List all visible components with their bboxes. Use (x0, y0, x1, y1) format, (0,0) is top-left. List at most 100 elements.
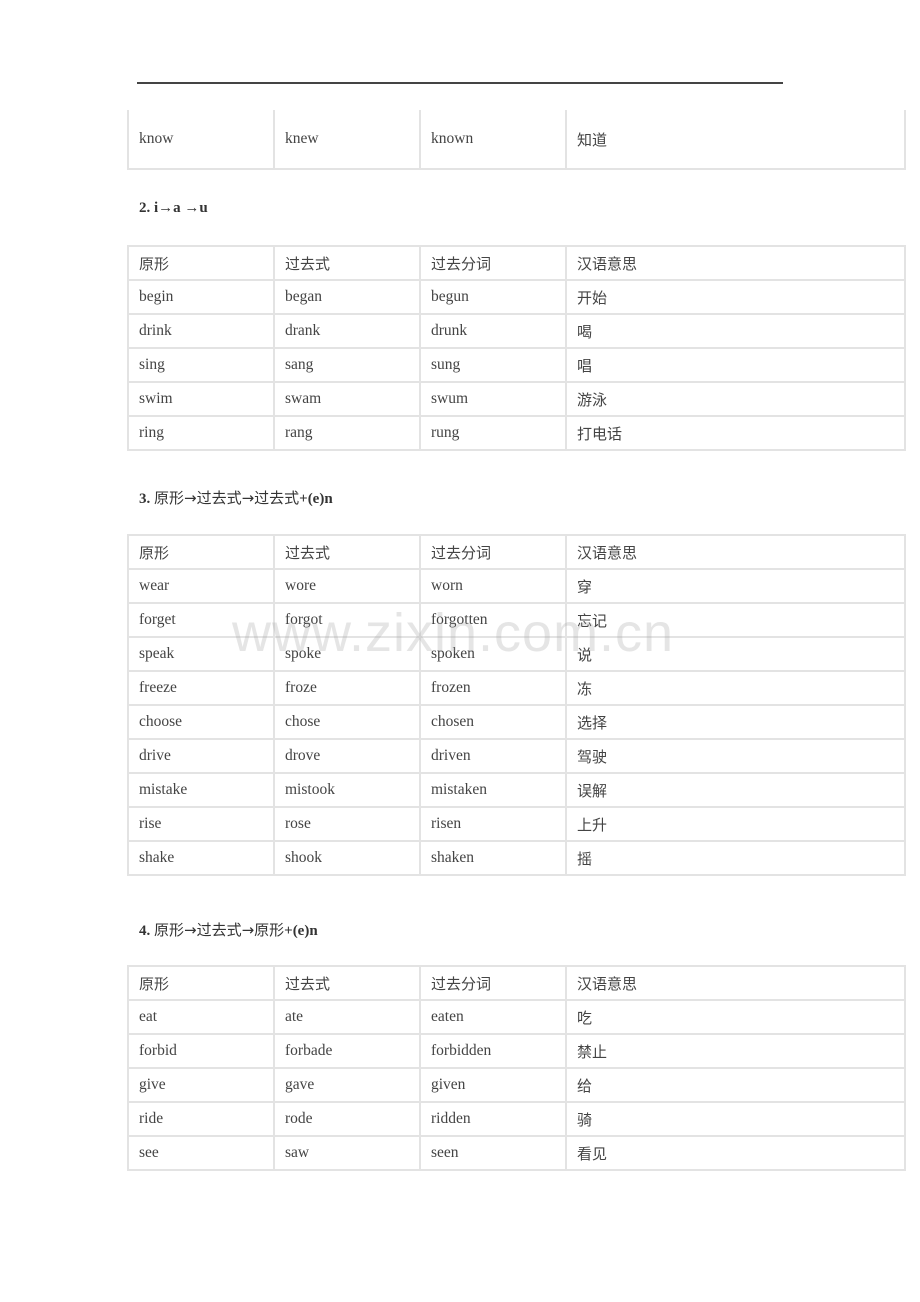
cell-base-form: forbid (127, 1033, 275, 1069)
cell-base-form: forget (127, 602, 275, 638)
table-header-row: 原形 过去式 过去分词 汉语意思 (127, 245, 906, 281)
cell-base-form: see (127, 1135, 275, 1171)
cell-past-tense: rode (273, 1101, 421, 1137)
cell-past-participle: shaken (419, 840, 567, 876)
cell-past-participle: ridden (419, 1101, 567, 1137)
cell-past-participle: begun (419, 279, 567, 315)
cell-past-tense: saw (273, 1135, 421, 1171)
table-row: swim swam swum 游泳 (127, 381, 906, 417)
cell-base-form: choose (127, 704, 275, 740)
table-header-row: 原形 过去式 过去分词 汉语意思 (127, 534, 906, 570)
column-header-past-tense: 过去式 (273, 245, 421, 281)
cell-past-tense: began (273, 279, 421, 315)
cell-past-participle: risen (419, 806, 567, 842)
table-row: rise rose risen 上升 (127, 806, 906, 842)
cell-past-participle: spoken (419, 636, 567, 672)
cell-chinese-meaning: 驾驶 (565, 738, 906, 774)
column-header-base-form: 原形 (127, 534, 275, 570)
table-row: freeze froze frozen 冻 (127, 670, 906, 706)
cell-chinese-meaning: 冻 (565, 670, 906, 706)
section-4-heading: 4. 原形→过去式→原形+(e)n (139, 919, 318, 940)
verb-table-section-1: know knew known 知道 (127, 110, 906, 170)
cell-past-tense: sang (273, 347, 421, 383)
cell-past-tense: rang (273, 415, 421, 451)
cell-chinese-meaning: 开始 (565, 279, 906, 315)
cell-base-form: speak (127, 636, 275, 672)
cell-chinese-meaning: 唱 (565, 347, 906, 383)
cell-past-participle: mistaken (419, 772, 567, 808)
cell-base-form: know (127, 110, 275, 170)
cell-base-form: begin (127, 279, 275, 315)
cell-past-tense: rose (273, 806, 421, 842)
table-row: wear wore worn 穿 (127, 568, 906, 604)
cell-chinese-meaning: 给 (565, 1067, 906, 1103)
cell-base-form: ride (127, 1101, 275, 1137)
table-row: forbid forbade forbidden 禁止 (127, 1033, 906, 1069)
cell-chinese-meaning: 打电话 (565, 415, 906, 451)
section-3-suffix: +(e)n (299, 491, 333, 507)
table-row: ride rode ridden 骑 (127, 1101, 906, 1137)
cell-past-tense: froze (273, 670, 421, 706)
table-row: ring rang rung 打电话 (127, 415, 906, 451)
cell-chinese-meaning: 穿 (565, 568, 906, 604)
cell-past-tense: forgot (273, 602, 421, 638)
cell-past-tense: drank (273, 313, 421, 349)
cell-past-participle: swum (419, 381, 567, 417)
section-3-heading: 3. 原形→过去式→过去式+(e)n (139, 487, 333, 508)
table-row: eat ate eaten 吃 (127, 999, 906, 1035)
cell-base-form: eat (127, 999, 275, 1035)
cell-base-form: sing (127, 347, 275, 383)
section-3-pattern: 原形→过去式→过去式 (154, 489, 300, 507)
verb-table-section-4: 原形 过去式 过去分词 汉语意思 eat ate eaten 吃 forbid forbade fo… (127, 965, 906, 1171)
table-row: know knew known 知道 (127, 110, 906, 170)
cell-chinese-meaning: 骑 (565, 1101, 906, 1137)
cell-past-tense: wore (273, 568, 421, 604)
cell-past-participle: sung (419, 347, 567, 383)
cell-past-participle: forgotten (419, 602, 567, 638)
cell-past-participle: drunk (419, 313, 567, 349)
cell-base-form: wear (127, 568, 275, 604)
cell-chinese-meaning: 说 (565, 636, 906, 672)
cell-chinese-meaning: 知道 (565, 110, 906, 170)
cell-past-tense: swam (273, 381, 421, 417)
verb-table-section-3: 原形 过去式 过去分词 汉语意思 wear wore worn 穿 forget forgot fo… (127, 534, 906, 876)
cell-chinese-meaning: 游泳 (565, 381, 906, 417)
cell-chinese-meaning: 忘记 (565, 602, 906, 638)
cell-chinese-meaning: 选择 (565, 704, 906, 740)
section-2-heading: 2. i→a →u (139, 200, 208, 216)
cell-past-participle: rung (419, 415, 567, 451)
verb-table-section-2: 原形 过去式 过去分词 汉语意思 begin began begun 开始 drink drank… (127, 245, 906, 451)
cell-past-tense: chose (273, 704, 421, 740)
cell-past-participle: eaten (419, 999, 567, 1035)
table-row: drink drank drunk 喝 (127, 313, 906, 349)
table-row: speak spoke spoken 说 (127, 636, 906, 672)
table-row: choose chose chosen 选择 (127, 704, 906, 740)
column-header-chinese-meaning: 汉语意思 (565, 534, 906, 570)
column-header-past-participle: 过去分词 (419, 245, 567, 281)
table-header-row: 原形 过去式 过去分词 汉语意思 (127, 965, 906, 1001)
header-rule (137, 82, 783, 84)
table-row: begin began begun 开始 (127, 279, 906, 315)
table-row: see saw seen 看见 (127, 1135, 906, 1171)
cell-past-tense: shook (273, 840, 421, 876)
table-row: drive drove driven 驾驶 (127, 738, 906, 774)
cell-chinese-meaning: 看见 (565, 1135, 906, 1171)
cell-past-tense: drove (273, 738, 421, 774)
cell-chinese-meaning: 喝 (565, 313, 906, 349)
cell-base-form: drive (127, 738, 275, 774)
table-row: sing sang sung 唱 (127, 347, 906, 383)
column-header-chinese-meaning: 汉语意思 (565, 245, 906, 281)
cell-past-tense: knew (273, 110, 421, 170)
cell-base-form: swim (127, 381, 275, 417)
column-header-base-form: 原形 (127, 245, 275, 281)
table-row: shake shook shaken 摇 (127, 840, 906, 876)
column-header-past-tense: 过去式 (273, 965, 421, 1001)
cell-base-form: shake (127, 840, 275, 876)
cell-past-participle: forbidden (419, 1033, 567, 1069)
cell-base-form: ring (127, 415, 275, 451)
cell-base-form: mistake (127, 772, 275, 808)
cell-base-form: freeze (127, 670, 275, 706)
section-3-number: 3. (139, 491, 151, 507)
cell-past-tense: forbade (273, 1033, 421, 1069)
cell-base-form: give (127, 1067, 275, 1103)
